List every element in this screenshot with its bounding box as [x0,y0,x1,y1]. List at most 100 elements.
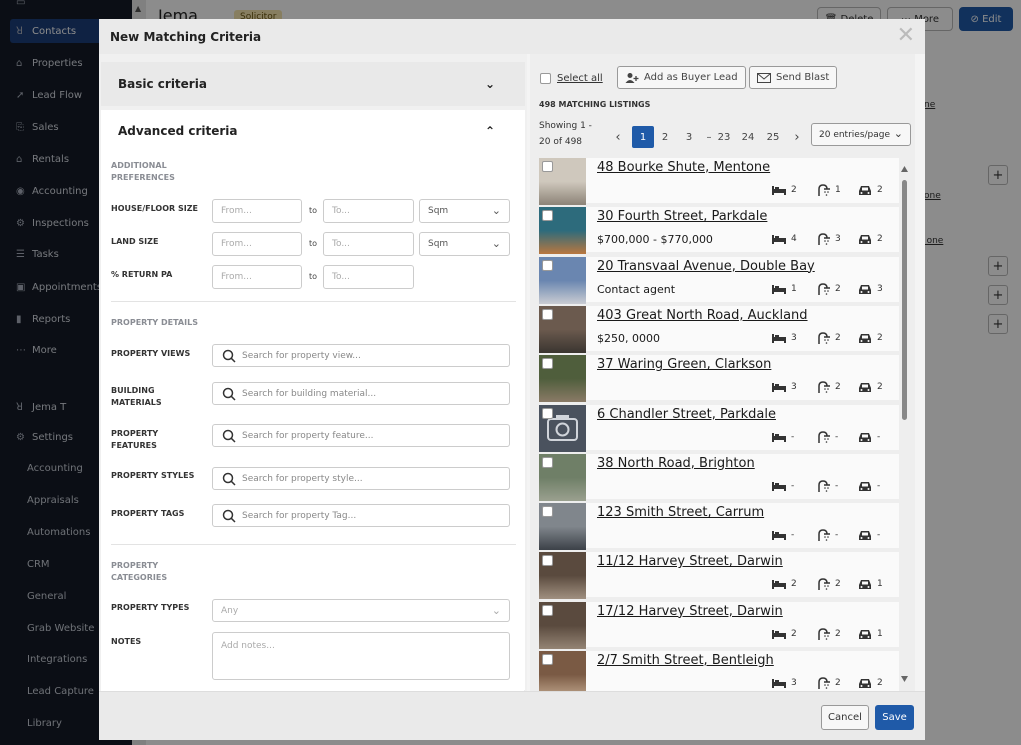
car-spaces: - [857,479,880,493]
advanced-criteria-accordion[interactable]: Advanced criteria ⌃ [101,110,525,152]
listing-address[interactable]: 123 Smith Street, Carrum [597,505,764,520]
cancel-button[interactable]: Cancel [821,705,869,730]
listing-item[interactable]: 48 Bourke Shute, Mentone 2 1 2 [539,158,899,205]
add-buyer-lead-button[interactable]: Add as Buyer Lead [617,66,746,89]
next-page-icon[interactable]: › [791,126,803,148]
car-spaces-count: - [877,431,881,442]
listing-address[interactable]: 403 Great North Road, Auckland [597,308,808,323]
bed-icon [772,629,786,639]
land-size-from-input[interactable]: From... [212,232,302,256]
listing-address[interactable]: 17/12 Harvey Street, Darwin [597,604,783,619]
divider [111,301,516,302]
listing-item[interactable]: 20 Transvaal Avenue, Double Bay Contact a… [539,256,899,304]
listing-checkbox[interactable] [542,161,553,172]
select-all-checkbox[interactable] [540,73,551,84]
save-button[interactable]: Save [875,705,914,730]
property-styles-placeholder: Search for property style... [242,473,363,484]
listing-address[interactable]: 20 Transvaal Avenue, Double Bay [597,259,815,274]
basic-criteria-accordion[interactable]: Basic criteria ⌄ [101,62,525,106]
listing-item[interactable]: 17/12 Harvey Street, Darwin 2 2 1 [539,601,899,649]
entries-per-page-select[interactable]: 20 entries/page ⌄ [811,123,911,146]
search-icon [222,349,236,363]
listing-item[interactable]: 123 Smith Street, Carrum - - - [539,503,899,551]
return-from-input[interactable]: From... [212,265,302,289]
house-size-to-label: to [309,206,318,215]
return-to-label: to [309,272,318,281]
listing-item[interactable]: 30 Fourth Street, Parkdale $700,000 - $77… [539,207,899,255]
results-scrollbar[interactable] [901,166,908,682]
car-spaces-count: 2 [877,234,883,245]
send-blast-button[interactable]: Send Blast [749,66,838,89]
property-types-select[interactable]: Any ⌄ [212,599,510,622]
land-size-label: LAND SIZE [111,237,159,246]
listing-checkbox[interactable] [542,456,553,468]
land-size-to-input[interactable]: To... [323,232,414,256]
shower-icon [818,578,830,591]
listing-checkbox[interactable] [542,555,553,567]
entries-per-page-value: 20 entries/page [819,129,891,140]
listing-address[interactable]: 38 North Road, Brighton [597,456,755,471]
page-1[interactable]: 1 [632,126,654,148]
listing-address[interactable]: 11/12 Harvey Street, Darwin [597,554,783,569]
return-label: % RETURN PA [111,270,173,279]
bedrooms-count: 3 [791,678,797,688]
listing-address[interactable]: 6 Chandler Street, Parkdale [597,407,776,422]
page-2[interactable]: 2 [658,126,672,148]
house-size-to-input[interactable]: To... [323,199,414,223]
listing-address[interactable]: 48 Bourke Shute, Mentone [597,160,770,175]
bedrooms: - [771,479,794,493]
house-size-from-input[interactable]: From... [212,199,302,223]
listing-checkbox[interactable] [542,308,553,320]
bedrooms-count: - [791,480,795,491]
bedrooms: 4 [771,232,797,246]
listing-checkbox[interactable] [542,604,553,616]
advanced-criteria-section: Advanced criteria ⌃ ADDITIONAL PREFERENC… [101,110,525,691]
land-size-to-label: to [309,239,318,248]
notes-label: NOTES [111,637,142,646]
bed-icon [772,432,786,442]
select-all-label: Select all [557,73,603,84]
bed-icon [772,186,786,195]
add-person-icon [625,72,639,83]
land-size-unit-select[interactable]: Sqm ⌄ [419,232,510,256]
listing-checkbox[interactable] [542,358,553,370]
listing-item[interactable]: 403 Great North Road, Auckland $250, 0000… [539,305,899,353]
prev-page-icon[interactable]: ‹ [612,126,624,148]
bathrooms-count: 2 [835,678,841,688]
listing-address[interactable]: 30 Fourth Street, Parkdale [597,209,767,224]
house-size-unit-select[interactable]: Sqm ⌄ [419,199,510,223]
car-icon [859,629,871,639]
listing-checkbox[interactable] [542,407,553,419]
property-views-search[interactable]: Search for property view... [212,344,510,367]
page-25[interactable]: 25 [763,126,783,148]
bathrooms: 3 [815,232,841,246]
listing-item[interactable]: 37 Waring Green, Clarkson 3 2 2 [539,355,899,403]
close-icon[interactable]: ✕ [897,25,915,47]
listing-item[interactable]: 6 Chandler Street, Parkdale - - - [539,404,899,452]
property-features-search[interactable]: Search for property feature... [212,424,510,447]
listing-checkbox[interactable] [542,654,553,665]
listing-checkbox[interactable] [542,210,553,222]
building-materials-search[interactable]: Search for building material... [212,382,510,405]
listing-checkbox[interactable] [542,259,553,271]
listing-item[interactable]: 11/12 Harvey Street, Darwin 2 2 1 [539,552,899,600]
property-tags-search[interactable]: Search for property Tag... [212,504,510,527]
listing-address[interactable]: 37 Waring Green, Clarkson [597,357,771,372]
property-styles-search[interactable]: Search for property style... [212,467,510,490]
basic-criteria-label: Basic criteria [118,77,207,91]
page-24[interactable]: 24 [738,126,758,148]
return-to-input[interactable]: To... [323,265,414,289]
chevron-up-icon: ⌃ [484,124,495,138]
listing-item[interactable]: 38 North Road, Brighton - - - [539,453,899,501]
search-icon [222,472,236,486]
page-3[interactable]: 3 [682,126,696,148]
notes-textarea[interactable]: Add notes... [212,632,510,680]
car-spaces-count: 2 [877,185,883,195]
listing-checkbox[interactable] [542,506,553,518]
bathrooms-count: 3 [835,234,841,245]
select-all[interactable]: Select all [540,73,603,84]
listing-address[interactable]: 2/7 Smith Street, Bentleigh [597,653,774,668]
listing-photo [539,503,586,551]
bed-icon [772,235,786,245]
page-23[interactable]: 23 [714,126,734,148]
